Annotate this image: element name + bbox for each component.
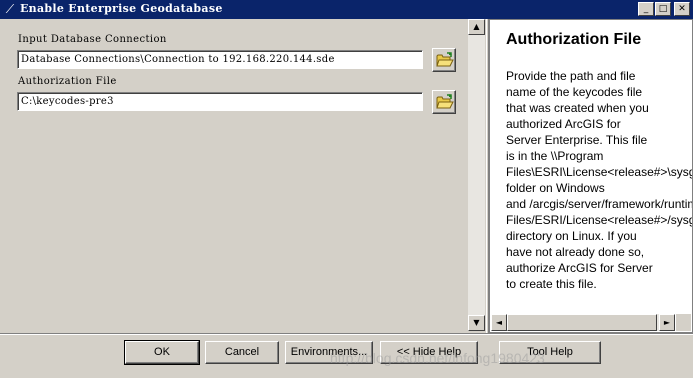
size-grip[interactable]: [676, 314, 691, 331]
close-icon[interactable]: ✕: [674, 2, 690, 16]
tool-icon: ⟋: [5, 2, 15, 16]
environments-button[interactable]: Environments...: [285, 341, 373, 364]
parameters-scrollbar[interactable]: ▲ ▼: [468, 19, 485, 331]
help-line: Provide the path and file: [506, 69, 636, 83]
title-bar: ⟋ Enable Enterprise Geodatabase _ □ ✕: [0, 0, 693, 19]
help-line: Files/ESRI/License<release#>/sysgen: [506, 213, 693, 227]
help-scrollbar[interactable]: ◄ ►: [491, 314, 675, 331]
help-line: Files\ESRI\License<release#>\sysgen: [506, 165, 693, 179]
maximize-icon[interactable]: □: [655, 2, 671, 16]
input-db-field[interactable]: Database Connections\Connection to 192.1…: [17, 50, 423, 69]
help-line: folder on Windows: [506, 181, 605, 195]
input-db-label: Input Database Connection: [18, 34, 167, 45]
help-line: directory on Linux. If you: [506, 229, 637, 243]
auth-file-field[interactable]: C:\keycodes-pre3: [17, 92, 423, 111]
divider: [0, 333, 693, 335]
open-folder-icon: [436, 94, 454, 109]
cancel-button[interactable]: Cancel: [205, 341, 279, 364]
minimize-icon[interactable]: _: [638, 2, 654, 16]
scroll-right-icon[interactable]: ►: [659, 314, 675, 331]
scroll-left-icon[interactable]: ◄: [491, 314, 507, 331]
help-line: that was created when you: [506, 101, 649, 115]
parameters-pane: Input Database Connection Database Conne…: [0, 19, 486, 333]
scroll-up-icon[interactable]: ▲: [468, 19, 485, 35]
help-title: Authorization File: [506, 31, 642, 48]
window-title: Enable Enterprise Geodatabase: [20, 2, 223, 15]
browse-auth-file-button[interactable]: [432, 90, 456, 114]
help-line: to create this file.: [506, 277, 597, 291]
help-line: Server Enterprise. This file: [506, 133, 648, 147]
help-line: authorized ArcGIS for: [506, 117, 621, 131]
help-body: Provide the path and file name of the ke…: [506, 68, 693, 292]
help-line: authorize ArcGIS for Server: [506, 261, 653, 275]
auth-file-label: Authorization File: [18, 76, 117, 87]
help-line: and /arcgis/server/framework/runtime/.wi…: [506, 197, 692, 211]
scroll-thumb[interactable]: [507, 314, 657, 331]
browse-input-db-button[interactable]: [432, 48, 456, 72]
scroll-down-icon[interactable]: ▼: [468, 315, 485, 331]
hide-help-button[interactable]: << Hide Help: [380, 341, 478, 364]
help-line: name of the keycodes file: [506, 85, 643, 99]
open-folder-icon: [436, 52, 454, 67]
help-line: is in the \\Program: [506, 149, 604, 163]
tool-help-button[interactable]: Tool Help: [499, 341, 601, 364]
ok-button[interactable]: OK: [124, 340, 200, 365]
help-pane: Authorization File Provide the path and …: [489, 19, 693, 333]
help-line: have not already done so,: [506, 245, 645, 259]
